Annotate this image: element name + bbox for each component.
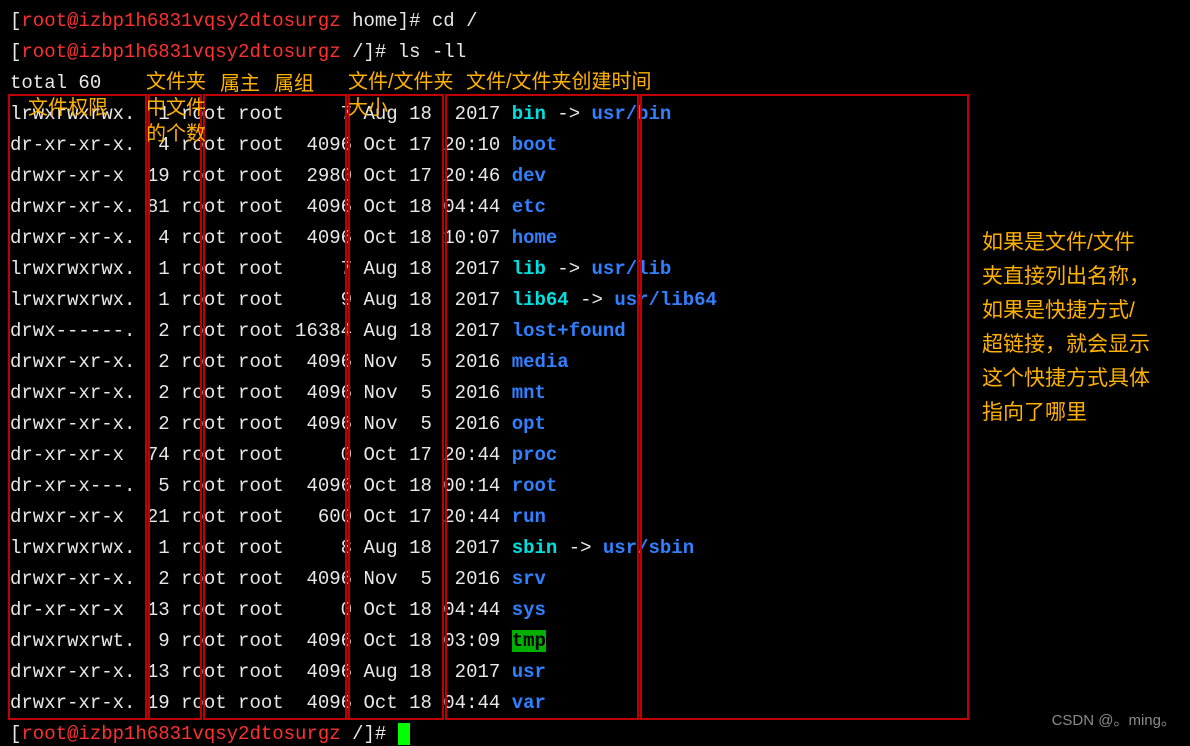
label-size: 大小 [348,96,388,120]
ls-row: dr-xr-x---. 5 root root 4096 Oct 18 00:1… [10,471,717,502]
ls-row: dr-xr-xr-x 74 root root 0 Oct 17 20:44 p… [10,440,717,471]
prompt-line: [root@izbp1h6831vqsy2dtosurgz /]# ls -ll [10,37,717,68]
ls-row: dr-xr-xr-x. 4 root root 4096 Oct 17 20:1… [10,130,717,161]
ls-row: drwxr-xr-x 21 root root 600 Oct 17 20:44… [10,502,717,533]
label-ff: 文件/文件夹 [348,70,454,94]
label-count2: 的个数 [146,122,206,146]
ls-row: drwxr-xr-x 19 root root 2980 Oct 17 20:4… [10,161,717,192]
label-permissions: 文件权限 [28,96,108,120]
ls-row: drwxr-xr-x. 2 root root 4096 Nov 5 2016 … [10,564,717,595]
ls-row: lrwxrwxrwx. 1 root root 9 Aug 18 2017 li… [10,285,717,316]
label-owner: 属主 [220,72,260,96]
label-group: 属组 [274,72,314,96]
ls-row: drwxrwxrwt. 9 root root 4096 Oct 18 03:0… [10,626,717,657]
prompt-cursor[interactable]: [root@izbp1h6831vqsy2dtosurgz /]# [10,719,717,746]
ls-row: drwxr-xr-x. 81 root root 4096 Oct 18 04:… [10,192,717,223]
label-folder: 文件夹 [146,70,206,94]
prompt-line: [root@izbp1h6831vqsy2dtosurgz home]# cd … [10,6,717,37]
ls-row: drwxr-xr-x. 4 root root 4096 Oct 18 10:0… [10,223,717,254]
ls-row: drwxr-xr-x. 13 root root 4096 Aug 18 201… [10,657,717,688]
ls-row: lrwxrwxrwx. 1 root root 8 Aug 18 2017 sb… [10,533,717,564]
label-date: 文件/文件夹创建时间 [466,70,652,94]
ls-row: drwxr-xr-x. 2 root root 4096 Nov 5 2016 … [10,378,717,409]
watermark: CSDN @。ming。 [1052,705,1176,736]
ls-row: drwxr-xr-x. 2 root root 4096 Nov 5 2016 … [10,409,717,440]
label-note: 如果是文件/文件 夹直接列出名称， 如果是快捷方式/ 超链接，就会显示 这个快捷… [982,226,1150,430]
ls-row: drwxr-xr-x. 2 root root 4096 Nov 5 2016 … [10,347,717,378]
ls-row: drwx------. 2 root root 16384 Aug 18 201… [10,316,717,347]
ls-row: drwxr-xr-x. 19 root root 4096 Oct 18 04:… [10,688,717,719]
ls-row: lrwxrwxrwx. 1 root root 7 Aug 18 2017 li… [10,254,717,285]
label-count1: 中文件 [146,96,206,120]
ls-row: dr-xr-xr-x 13 root root 0 Oct 18 04:44 s… [10,595,717,626]
